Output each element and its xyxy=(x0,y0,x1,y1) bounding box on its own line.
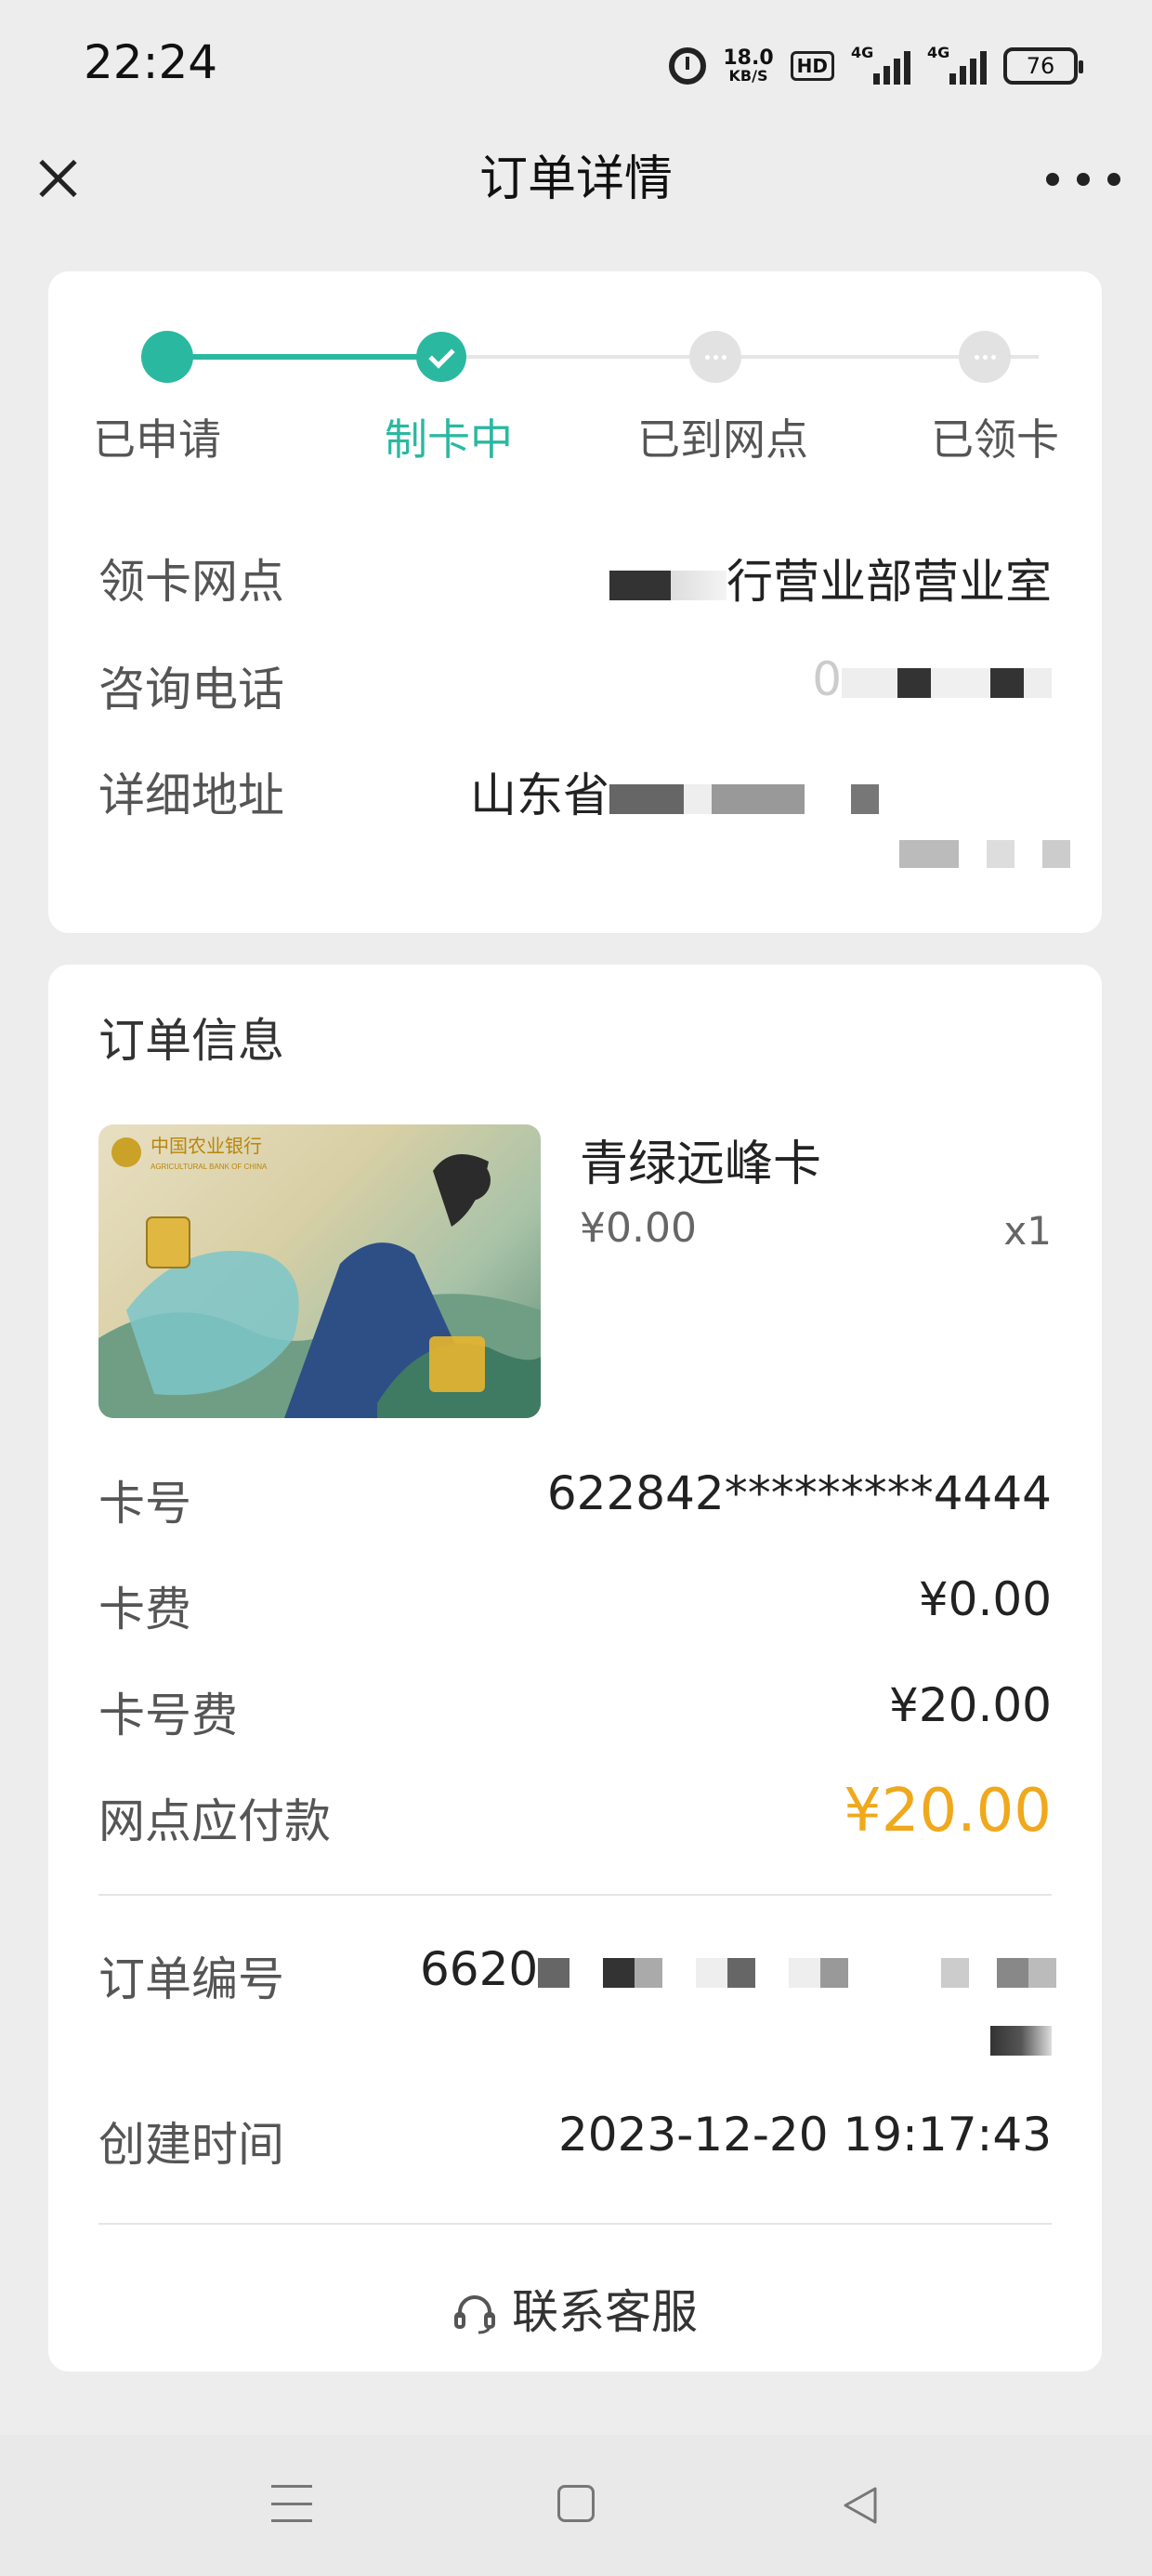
number-fee-label: 卡号费 xyxy=(98,1689,238,1742)
card-bank-name-en: AGRICULTURAL BANK OF CHINA xyxy=(151,1163,268,1171)
branch-row: 领卡网点 行营业部营业室 xyxy=(98,545,1052,609)
product-name: 青绿远峰卡 xyxy=(580,1137,822,1192)
branch-value: 行营业部营业室 xyxy=(609,545,1052,611)
page-title: 订单详情 xyxy=(478,151,673,207)
status-icons: 18.0 KB/S HD 4G 4G 76 xyxy=(669,43,1083,89)
signal-icon-2: 4G xyxy=(927,44,987,85)
battery-icon: 76 xyxy=(1003,47,1083,85)
order-number-label: 订单编号 xyxy=(98,1952,284,2006)
card-image: 中国农业银行 AGRICULTURAL BANK OF CHINA xyxy=(98,1124,541,1418)
network-speed: 18.0 KB/S xyxy=(723,48,773,84)
branch-label: 领卡网点 xyxy=(98,555,284,609)
home-icon[interactable] xyxy=(557,2485,595,2522)
step-dot-applied xyxy=(141,331,193,383)
contact-service-label: 联系客服 xyxy=(512,2285,698,2339)
more-icon[interactable] xyxy=(1046,165,1120,193)
signal-icon-1: 4G xyxy=(851,44,910,85)
step-label-collected: 已领卡 xyxy=(931,414,1059,465)
card-artwork: 中国农业银行 AGRICULTURAL BANK OF CHINA xyxy=(98,1136,541,1418)
signal-1-label: 4G xyxy=(851,44,874,61)
phone-row: 咨询电话 0 xyxy=(98,652,1052,727)
system-navigation-bar xyxy=(0,2435,1152,2576)
order-number-value: 6620 xyxy=(420,1942,1057,1996)
product-quantity: x1 xyxy=(1003,1208,1052,1254)
headset-icon xyxy=(454,2294,495,2333)
address-value: 山东省 xyxy=(470,758,879,825)
recent-apps-icon[interactable] xyxy=(271,2485,312,2522)
status-time: 22:24 xyxy=(84,35,218,89)
address-label: 详细地址 xyxy=(98,769,284,822)
card-fee-row: 卡费 ¥0.00 xyxy=(98,1572,1052,1637)
product-price: ¥0.00 xyxy=(580,1204,697,1252)
number-fee-value: ¥20.00 xyxy=(889,1678,1052,1732)
phone-value: 0 xyxy=(812,652,1052,706)
alarm-icon xyxy=(669,47,707,85)
status-bar: 22:24 18.0 KB/S HD 4G 4G 76 xyxy=(0,0,1152,130)
nav-bar: 订单详情 xyxy=(0,130,1152,242)
divider-2 xyxy=(98,2223,1052,2225)
card-bank-name: 中国农业银行 xyxy=(151,1136,262,1157)
card-number-value: 622842*********4444 xyxy=(546,1466,1052,1520)
network-speed-unit: KB/S xyxy=(728,67,768,85)
order-number-row: 订单编号 6620 xyxy=(98,1942,1057,2072)
order-info-title: 订单信息 xyxy=(98,1014,284,1068)
created-time-value: 2023-12-20 19:17:43 xyxy=(557,2108,1052,2162)
phone-text: 0 xyxy=(812,652,842,706)
order-number-line2-redacted xyxy=(990,2026,1052,2056)
step-dot-arrived xyxy=(689,331,741,383)
progress-track-done xyxy=(167,354,433,360)
payable-row: 网点应付款 ¥20.00 xyxy=(98,1777,1052,1859)
step-label-making: 制卡中 xyxy=(385,414,513,465)
pickup-card: 已申请 制卡中 已到网点 已领卡 领卡网点 行营业部营业室 咨询电话 0 详细地… xyxy=(48,271,1102,933)
number-fee-row: 卡号费 ¥20.00 xyxy=(98,1678,1052,1743)
hd-voice-icon: HD xyxy=(790,51,834,81)
order-info-card: 订单信息 中国农业银行 AGRICULTURAL BANK OF CHINA 青… xyxy=(48,965,1102,2372)
card-number-label: 卡号 xyxy=(98,1477,191,1531)
card-fee-label: 卡费 xyxy=(98,1583,191,1636)
signal-2-label: 4G xyxy=(927,44,950,61)
contact-service-button[interactable]: 联系客服 xyxy=(48,2275,1102,2342)
order-number-text: 6620 xyxy=(420,1942,539,1996)
branch-name-text: 行营业部营业室 xyxy=(727,555,1052,609)
step-dot-collected xyxy=(959,331,1011,383)
card-number-row: 卡号 622842*********4444 xyxy=(98,1466,1052,1531)
created-time-label: 创建时间 xyxy=(98,2118,284,2172)
step-label-arrived: 已到网点 xyxy=(637,414,808,465)
address-row: 详细地址 山东省 xyxy=(98,758,1070,879)
step-label-applied: 已申请 xyxy=(93,414,221,465)
step-dot-making xyxy=(416,332,466,382)
back-icon[interactable] xyxy=(838,2483,883,2528)
address-text: 山东省 xyxy=(470,769,609,822)
divider-1 xyxy=(98,1894,1052,1896)
card-fee-value: ¥0.00 xyxy=(918,1572,1052,1626)
created-time-row: 创建时间 2023-12-20 19:17:43 xyxy=(98,2108,1052,2173)
payable-label: 网点应付款 xyxy=(98,1794,331,1848)
payable-amount: ¥20.00 xyxy=(844,1777,1052,1846)
phone-label: 咨询电话 xyxy=(98,663,284,716)
address-line2-redacted xyxy=(899,840,1115,868)
battery-level: 76 xyxy=(1026,53,1055,79)
